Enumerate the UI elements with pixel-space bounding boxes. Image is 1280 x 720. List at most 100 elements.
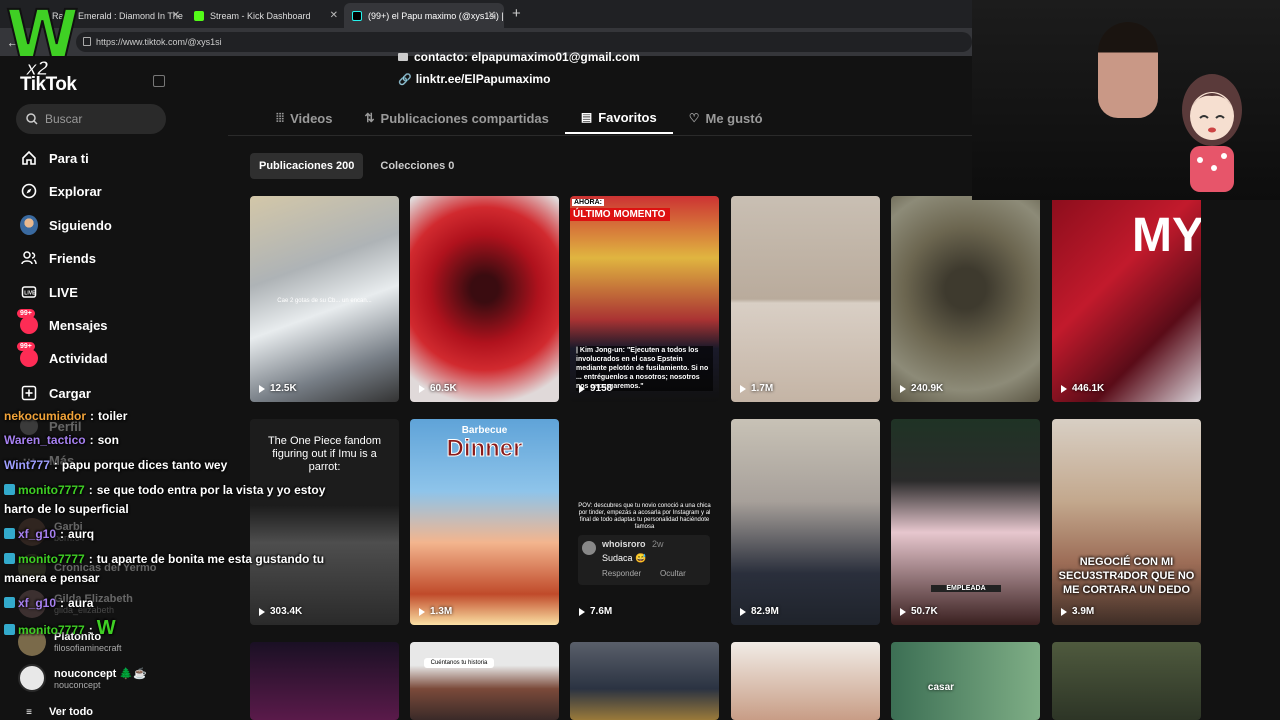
nav-item-para-ti[interactable]: Para ti <box>20 146 89 170</box>
chat-text: W <box>96 617 116 639</box>
view-count: 303.4K <box>259 606 302 617</box>
chat-text: tu aparte de bonita me esta gustando tu <box>96 552 325 566</box>
video-card[interactable] <box>250 642 399 720</box>
chat-platform-icon <box>4 597 15 608</box>
nav-item-cargar[interactable]: Cargar <box>20 381 91 405</box>
chat-username: monito7777 <box>18 483 85 497</box>
video-card[interactable]: Barbecue Dinner 1.3M <box>410 419 559 625</box>
collapse-sidebar-icon[interactable] <box>153 75 165 87</box>
chat-message: Wint777: papu porque dices tanto wey <box>4 456 227 474</box>
comment-user: whoisroro <box>602 539 646 549</box>
video-card[interactable]: 1.7M <box>731 196 880 402</box>
streamer-webcam-image <box>1098 22 1158 118</box>
nav-item-mensajes[interactable]: 99+ Mensajes <box>17 309 108 337</box>
video-card[interactable]: The One Piece fandom figuring out if Imu… <box>250 419 399 625</box>
browser-tab-label: (99+) el Papu maximo (@xys1si) | T <box>368 10 504 21</box>
chip-publicaciones[interactable]: Publicaciones 200 <box>250 153 364 179</box>
video-card[interactable] <box>731 642 880 720</box>
nav-label: Actividad <box>49 350 108 366</box>
video-card[interactable] <box>1052 642 1201 720</box>
nav-item-actividad[interactable]: 99+ Actividad <box>17 342 108 370</box>
profile-tabs: ⦙⦙⦙ Videos ⇅ Publicaciones compartidas ▤ Fa… <box>260 102 779 134</box>
view-count: 240.9K <box>900 383 943 394</box>
video-card[interactable]: NEGOCIÉ CON MI SECU3STR4DOR QUE NO ME CO… <box>1052 419 1201 625</box>
chat-username: monito7777 <box>18 552 85 566</box>
comment-text: Sudaca 😅 <box>602 553 647 563</box>
video-caption: MY <box>1132 209 1201 262</box>
new-tab-plus-icon[interactable]: + <box>512 5 521 22</box>
view-count: 9158 <box>579 383 612 394</box>
video-card[interactable]: Cuéntanos tu historia <box>410 642 559 720</box>
search-input[interactable]: Buscar <box>16 104 166 134</box>
chat-separator: : <box>90 409 95 423</box>
tab-publicaciones-compartidas[interactable]: ⇅ Publicaciones compartidas <box>348 102 564 134</box>
video-card[interactable]: AHORA: ÚLTIMO MOMENTO | Kim Jong-un: "Ejec… <box>570 196 719 402</box>
kick-favicon-icon <box>194 10 204 21</box>
browser-tab-label: Stream - Kick Dashboard <box>210 10 311 21</box>
url-text: https://www.tiktok.com/@xys1si <box>96 37 222 47</box>
view-count: 446.1K <box>1061 383 1104 394</box>
nav-item-explorar[interactable]: Explorar <box>20 179 102 203</box>
video-card[interactable]: casar <box>891 642 1040 720</box>
video-card[interactable]: POV: descubres que tu novio conoció a un… <box>570 419 719 625</box>
video-card[interactable]: EMPLEADA 50.7K <box>891 419 1040 625</box>
video-tag: AHORA: <box>572 199 604 206</box>
video-card[interactable]: 60.5K <box>410 196 559 402</box>
browser-tab-tiktok[interactable]: (99+) el Papu maximo (@xys1si) | T ✕ <box>344 3 504 28</box>
tab-favoritos[interactable]: ▤ Favoritos <box>564 102 673 134</box>
close-icon[interactable]: ✕ <box>488 10 496 21</box>
close-icon[interactable]: ✕ <box>172 10 180 21</box>
avatar <box>582 541 596 555</box>
see-all-link[interactable]: ≡ Ver todo <box>20 706 93 718</box>
tab-label: Favoritos <box>598 109 657 125</box>
chip-colecciones[interactable]: Colecciones 0 <box>371 153 463 179</box>
chat-text: harto de lo superficial <box>4 502 129 516</box>
following-account[interactable]: nouconcept 🌲☕ nouconcept <box>18 664 147 692</box>
reply-link[interactable]: Responder <box>602 569 641 578</box>
tab-label: Videos <box>290 110 333 126</box>
friends-icon <box>20 249 38 267</box>
video-card[interactable]: MY 446.1K <box>1052 196 1201 402</box>
video-card[interactable]: Cae 2 gotas de su Cb... un encan... 12.5K <box>250 196 399 402</box>
video-card[interactable] <box>570 642 719 720</box>
stream-x2-badge: x2 <box>25 58 49 81</box>
profile-link[interactable]: 🔗 linktr.ee/ElPapumaximo <box>398 72 550 86</box>
chat-username: nekocumiador <box>4 409 87 423</box>
see-all-label: Ver todo <box>49 706 94 718</box>
chat-message: Waren_tactico: son <box>4 431 119 449</box>
hide-link[interactable]: Ocultar <box>660 569 686 578</box>
video-card[interactable]: 82.9M <box>731 419 880 625</box>
chat-platform-icon <box>4 484 15 495</box>
upload-icon <box>20 384 38 402</box>
chat-username: xf_g10 <box>18 527 57 541</box>
comment-time: 2w <box>652 539 664 549</box>
bookmark-icon: ▤ <box>580 110 593 124</box>
close-icon[interactable]: ✕ <box>330 10 338 21</box>
chat-text: son <box>97 433 119 447</box>
browser-tab-bar: Radio Emerald : Diamond In The ✕ Stream … <box>0 0 972 28</box>
nav-item-live[interactable]: LIVE LIVE <box>20 280 78 304</box>
tab-label: Me gustó <box>705 110 763 126</box>
tab-me-gusto[interactable]: ♡ Me gustó <box>673 102 779 134</box>
view-count: 60.5K <box>419 383 457 394</box>
video-caption: Cuéntanos tu historia <box>424 658 494 668</box>
chat-message: xf_g10: aurq <box>4 525 94 543</box>
link-label: linktr.ee/ElPapumaximo <box>415 72 551 86</box>
grid-icon: ⦙⦙⦙ <box>276 110 285 125</box>
nav-item-friends[interactable]: Friends <box>20 246 96 270</box>
tiktok-favicon-icon <box>352 10 362 21</box>
search-icon <box>26 113 38 125</box>
live-icon: LIVE <box>20 283 38 301</box>
chat-separator: : <box>89 433 94 447</box>
video-caption: The One Piece fandom figuring out if Imu… <box>267 435 382 473</box>
chat-text: se que todo entra por la vista y yo esto… <box>96 483 326 497</box>
url-field[interactable]: https://www.tiktok.com/@xys1si <box>76 32 972 52</box>
account-handle: nouconcept <box>54 679 101 690</box>
nav-item-siguiendo[interactable]: Siguiendo <box>20 213 112 237</box>
video-caption: NEGOCIÉ CON MI SECU3STR4DOR QUE NO ME CO… <box>1058 556 1195 596</box>
view-count: 1.7M <box>740 383 773 394</box>
account-handle: filosofiaminecraft <box>54 643 122 653</box>
browser-tab-kick[interactable]: Stream - Kick Dashboard ✕ <box>186 3 346 28</box>
video-card[interactable]: 240.9K <box>891 196 1040 402</box>
tab-videos[interactable]: ⦙⦙⦙ Videos <box>260 102 348 134</box>
